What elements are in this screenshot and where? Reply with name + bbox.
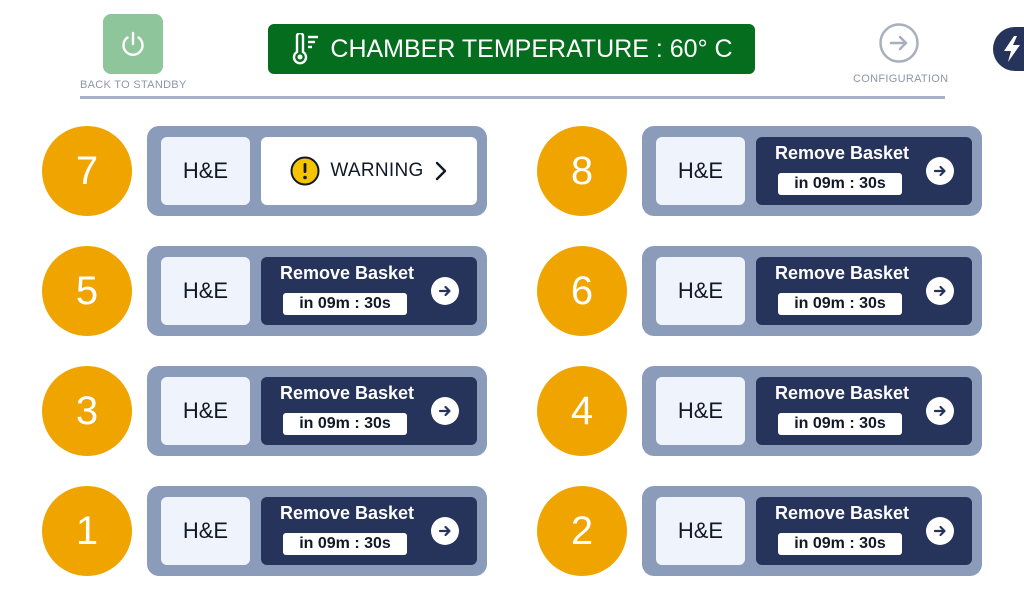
arrow-right-icon <box>431 397 459 425</box>
station-panel: H&E Remove Basket in 09m : 30s <box>147 366 487 456</box>
station-5: 5 H&E Remove Basket in 09m : 30s <box>42 246 487 336</box>
station-panel: H&E WARNING <box>147 126 487 216</box>
back-to-standby-button[interactable] <box>103 14 163 74</box>
station-1: 1 H&E Remove Basket in 09m : 30s <box>42 486 487 576</box>
station-panel: H&E Remove Basket in 09m : 30s <box>147 246 487 336</box>
arrow-right-icon <box>431 277 459 305</box>
thermometer-icon <box>293 33 319 65</box>
arrow-right-icon <box>926 397 954 425</box>
temperature-text: CHAMBER TEMPERATURE : 60° C <box>330 34 733 63</box>
station-panel: H&E Remove Basket in 09m : 30s <box>147 486 487 576</box>
lightning-icon <box>1004 36 1020 62</box>
remove-basket-label: Remove Basket <box>774 263 910 283</box>
power-icon <box>122 31 144 56</box>
station-panel: H&E Remove Basket in 09m : 30s <box>642 486 982 576</box>
station-2: 2 H&E Remove Basket in 09m : 30s <box>537 486 982 576</box>
station-8: 8 H&E Remove Basket in 09m : 30s <box>537 126 982 216</box>
chevron-right-icon <box>435 161 446 181</box>
remove-basket-label: Remove Basket <box>279 503 415 523</box>
power-tab-button[interactable] <box>993 27 1024 71</box>
station-panel: H&E Remove Basket in 09m : 30s <box>642 246 982 336</box>
exclamation-circle-icon <box>290 156 320 186</box>
station-number-badge: 7 <box>42 126 132 216</box>
back-to-standby-label: BACK TO STANDBY <box>80 79 187 91</box>
stain-protocol-button[interactable]: H&E <box>656 257 745 325</box>
station-number-badge: 2 <box>537 486 627 576</box>
station-6: 6 H&E Remove Basket in 09m : 30s <box>537 246 982 336</box>
warning-button[interactable]: WARNING <box>261 137 477 205</box>
remove-basket-button[interactable]: Remove Basket in 09m : 30s <box>261 497 477 565</box>
remove-basket-label: Remove Basket <box>279 263 415 283</box>
station-number-badge: 1 <box>42 486 132 576</box>
remove-basket-label: Remove Basket <box>279 383 415 403</box>
station-panel: H&E Remove Basket in 09m : 30s <box>642 366 982 456</box>
remove-basket-button[interactable]: Remove Basket in 09m : 30s <box>756 497 972 565</box>
remove-basket-button[interactable]: Remove Basket in 09m : 30s <box>261 257 477 325</box>
timer-badge: in 09m : 30s <box>778 173 902 195</box>
warning-label: WARNING <box>330 160 424 181</box>
timer-badge: in 09m : 30s <box>778 533 902 555</box>
stain-protocol-button[interactable]: H&E <box>161 497 250 565</box>
station-3: 3 H&E Remove Basket in 09m : 30s <box>42 366 487 456</box>
remove-basket-button[interactable]: Remove Basket in 09m : 30s <box>756 137 972 205</box>
station-number-badge: 4 <box>537 366 627 456</box>
station-number-badge: 3 <box>42 366 132 456</box>
remove-basket-button[interactable]: Remove Basket in 09m : 30s <box>756 257 972 325</box>
remove-basket-label: Remove Basket <box>774 503 910 523</box>
station-7: 7 H&E WARNING <box>42 126 487 216</box>
timer-badge: in 09m : 30s <box>283 533 407 555</box>
configuration-button[interactable] <box>878 22 920 64</box>
stain-protocol-button[interactable]: H&E <box>161 137 250 205</box>
arrow-right-icon <box>926 157 954 185</box>
configuration-label: CONFIGURATION <box>853 73 949 85</box>
stain-protocol-button[interactable]: H&E <box>161 257 250 325</box>
station-4: 4 H&E Remove Basket in 09m : 30s <box>537 366 982 456</box>
timer-badge: in 09m : 30s <box>778 293 902 315</box>
remove-basket-button[interactable]: Remove Basket in 09m : 30s <box>756 377 972 445</box>
timer-badge: in 09m : 30s <box>283 413 407 435</box>
arrow-right-icon <box>926 517 954 545</box>
remove-basket-button[interactable]: Remove Basket in 09m : 30s <box>261 377 477 445</box>
timer-badge: in 09m : 30s <box>283 293 407 315</box>
arrow-right-icon <box>926 277 954 305</box>
chamber-temperature-banner: CHAMBER TEMPERATURE : 60° C <box>268 24 755 74</box>
stain-protocol-button[interactable]: H&E <box>656 497 745 565</box>
arrow-right-icon <box>431 517 459 545</box>
remove-basket-label: Remove Basket <box>774 143 910 163</box>
station-panel: H&E Remove Basket in 09m : 30s <box>642 126 982 216</box>
station-number-badge: 8 <box>537 126 627 216</box>
stain-protocol-button[interactable]: H&E <box>656 377 745 445</box>
header-divider <box>80 96 945 99</box>
stain-protocol-button[interactable]: H&E <box>161 377 250 445</box>
station-number-badge: 6 <box>537 246 627 336</box>
timer-badge: in 09m : 30s <box>778 413 902 435</box>
remove-basket-label: Remove Basket <box>774 383 910 403</box>
stain-protocol-button[interactable]: H&E <box>656 137 745 205</box>
station-number-badge: 5 <box>42 246 132 336</box>
arrow-right-circle-icon <box>879 23 919 63</box>
